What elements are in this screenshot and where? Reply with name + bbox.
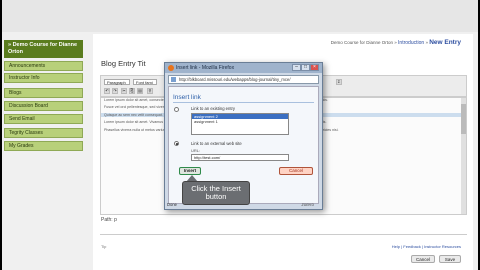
footer-note: Tip: [101, 244, 107, 249]
sidebar-item-announcements[interactable]: Announcements: [4, 61, 83, 71]
redo-icon[interactable]: ↷: [112, 88, 118, 94]
screen-frame: » Demo Course for Dianne Orton Announcem…: [0, 0, 480, 270]
maximize-icon[interactable]: □: [301, 64, 310, 71]
heading-underline: [173, 102, 314, 103]
link-icon[interactable]: ⚲: [147, 88, 153, 94]
url-input[interactable]: http://test.com/: [191, 154, 289, 161]
undo-icon[interactable]: ↶: [104, 88, 110, 94]
option-existing-label: Link to an existing entry: [191, 106, 235, 111]
sidebar-item-my-grades[interactable]: My Grades: [4, 141, 83, 151]
sidebar-item-discussion-board[interactable]: Discussion Board: [4, 101, 83, 111]
course-menu-header[interactable]: » Demo Course for Dianne Orton: [4, 40, 83, 58]
paste-icon[interactable]: ▤: [137, 88, 143, 94]
copy-icon[interactable]: ⎘: [129, 88, 135, 94]
cut-icon[interactable]: ✂: [121, 88, 127, 94]
list-item[interactable]: assignment 1: [192, 119, 288, 124]
breadcrumb-section[interactable]: Introduction: [398, 40, 424, 46]
radio-external-site[interactable]: [174, 141, 179, 146]
minimize-icon[interactable]: –: [292, 64, 301, 71]
breadcrumb-course[interactable]: Demo Course for Dianne Orton: [331, 40, 393, 45]
firefox-icon: [168, 65, 174, 71]
zotero-label[interactable]: zotero: [301, 202, 314, 207]
sidebar-item-send-email[interactable]: Send Email: [4, 114, 83, 124]
format-select[interactable]: Paragraph: [104, 79, 130, 85]
footer-links[interactable]: Help | Feedback | Instructor Resources: [392, 244, 461, 249]
popup-address-bar: http://blkboard.missouri.edu/webapps/blo…: [168, 75, 319, 84]
dialog-heading: Insert link: [173, 94, 201, 101]
close-icon[interactable]: ×: [310, 64, 319, 71]
popup-title: Insert link - Mozilla Firefox: [176, 65, 235, 71]
radio-existing-entry[interactable]: [174, 107, 179, 112]
editor-scrollbar-thumb[interactable]: [461, 104, 466, 134]
option-external-label: Link to an external web site: [191, 141, 242, 146]
entry-title-label: Blog Entry Tit: [101, 59, 146, 68]
breadcrumb-current: New Entry: [429, 39, 461, 46]
breadcrumb: Demo Course for Dianne Orton » Introduct…: [331, 39, 461, 46]
font-family-select[interactable]: Font fami: [133, 79, 157, 85]
popup-status: Done: [167, 202, 178, 207]
dialog-cancel-button[interactable]: Cancel: [279, 167, 313, 175]
sum-icon[interactable]: Σ: [336, 79, 342, 85]
popup-url: http://blkboard.missouri.edu/webapps/blo…: [179, 77, 291, 82]
save-button[interactable]: Save: [439, 255, 461, 263]
browser-page: » Demo Course for Dianne Orton Announcem…: [2, 0, 478, 270]
existing-entry-list[interactable]: assignment 2 assignment 1: [191, 113, 289, 135]
page-icon: [171, 77, 176, 82]
instruction-callout: Click the Insert button: [182, 181, 250, 205]
editor-path: Path: p: [101, 217, 117, 223]
sidebar-item-instructor-info[interactable]: Instructor Info: [4, 73, 83, 83]
url-label: URL:: [191, 148, 201, 153]
cancel-button[interactable]: Cancel: [411, 255, 435, 263]
page-top-band: [2, 0, 478, 32]
divider: [100, 234, 467, 235]
sidebar-item-blogs[interactable]: Blogs: [4, 88, 83, 98]
sidebar-item-tegrity-classes[interactable]: Tegrity Classes: [4, 128, 83, 138]
insert-button[interactable]: Insert: [179, 167, 201, 175]
